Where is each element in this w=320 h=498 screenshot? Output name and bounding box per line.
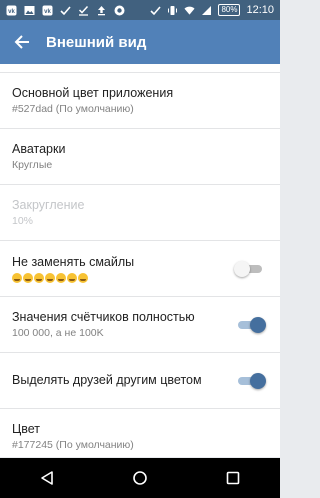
setting-highlight-friends[interactable]: Выделять друзей другим цветом xyxy=(0,353,280,409)
vk-icon: vk xyxy=(6,5,17,16)
status-bar-system: 80% 12:10 xyxy=(150,4,274,16)
setting-subtitle: 10% xyxy=(12,214,34,227)
upload-icon xyxy=(96,5,107,16)
nav-back-button[interactable] xyxy=(27,458,67,498)
toggle-thumb xyxy=(250,316,266,333)
svg-text:vk: vk xyxy=(44,9,51,15)
wifi-icon xyxy=(184,5,195,16)
toggle-thumb xyxy=(234,260,250,277)
check-icon xyxy=(150,5,162,16)
image-icon xyxy=(24,5,35,16)
status-bar: vk vk 80% 12:10 xyxy=(0,0,280,20)
svg-text:vk: vk xyxy=(8,9,15,15)
setting-title: Значения счётчиков полностью xyxy=(12,309,195,324)
setting-title: Аватарки xyxy=(12,141,66,156)
chrome-icon xyxy=(114,5,125,16)
emoji-icon xyxy=(23,273,33,283)
highlight-friends-toggle[interactable] xyxy=(236,372,266,389)
battery-indicator: 80% xyxy=(218,4,241,16)
nav-home-button[interactable] xyxy=(120,458,160,498)
setting-title: Закругление xyxy=(12,197,85,212)
setting-friend-color[interactable]: Цвет #177245 (По умолчанию) xyxy=(0,409,280,457)
arrow-left-icon xyxy=(14,35,29,49)
emoji-icon xyxy=(45,273,55,283)
emoji-preview xyxy=(12,273,236,283)
back-button[interactable] xyxy=(0,20,44,64)
clock: 12:10 xyxy=(246,4,274,16)
triangle-back-icon xyxy=(40,471,53,485)
nav-recents-button[interactable] xyxy=(213,458,253,498)
setting-keep-smiles[interactable]: Не заменять смайлы xyxy=(0,241,280,297)
vk-icon: vk xyxy=(42,5,53,16)
emoji-icon xyxy=(56,273,66,283)
setting-title: Цвет xyxy=(12,421,41,436)
setting-subtitle: 100 000, а не 100K xyxy=(12,326,104,339)
setting-avatars[interactable]: Аватарки Круглые xyxy=(0,129,280,185)
emoji-icon xyxy=(34,273,44,283)
settings-list[interactable]: Основной цвет приложения #527dad (По умо… xyxy=(0,64,280,457)
setting-rounding: Закругление 10% xyxy=(0,185,280,241)
toggle-thumb xyxy=(250,372,266,389)
setting-title: Выделять друзей другим цветом xyxy=(12,373,202,387)
emoji-icon xyxy=(67,273,77,283)
toolbar: Внешний вид xyxy=(0,20,280,64)
signal-icon xyxy=(201,5,212,16)
vibrate-icon xyxy=(167,5,178,16)
list-divider xyxy=(0,64,280,73)
square-recents-icon xyxy=(227,471,240,485)
full-counters-toggle[interactable] xyxy=(236,316,266,333)
setting-subtitle: Круглые xyxy=(12,158,53,171)
keep-smiles-toggle[interactable] xyxy=(234,260,264,277)
navigation-bar xyxy=(0,458,280,498)
page-title: Внешний вид xyxy=(46,33,147,51)
setting-title: Основной цвет приложения xyxy=(12,85,174,100)
setting-full-counters[interactable]: Значения счётчиков полностью 100 000, а … xyxy=(0,297,280,353)
setting-primary-color[interactable]: Основной цвет приложения #527dad (По умо… xyxy=(0,73,280,129)
emoji-icon xyxy=(12,273,22,283)
setting-subtitle: #177245 (По умолчанию) xyxy=(12,438,134,451)
setting-subtitle: #527dad (По умолчанию) xyxy=(12,102,134,115)
circle-home-icon xyxy=(133,471,147,485)
emoji-icon xyxy=(78,273,88,283)
status-bar-notifications: vk vk xyxy=(6,5,125,16)
setting-title: Не заменять смайлы xyxy=(12,255,135,269)
check-icon xyxy=(60,5,71,16)
check-underline-icon xyxy=(78,5,89,16)
